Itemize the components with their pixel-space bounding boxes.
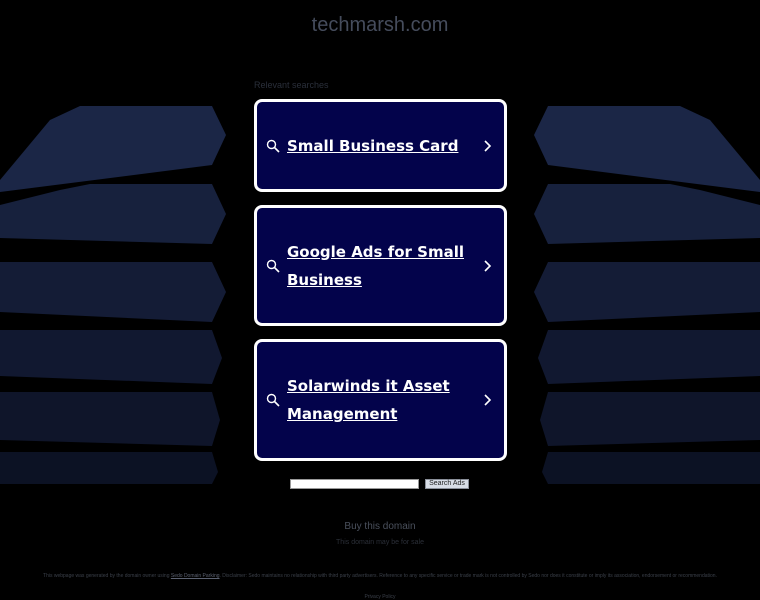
- chevron-right-icon: [484, 394, 492, 406]
- privacy-policy-link[interactable]: Privacy Policy: [0, 594, 760, 600]
- domain-title: techmarsh.com: [311, 14, 449, 36]
- disclaimer-suffix: . Disclaimer: Sedo maintains no relation…: [219, 573, 717, 579]
- disclaimer: This webpage was generated by the domain…: [40, 573, 720, 579]
- related-search-card-3[interactable]: Solarwinds it Asset Management: [254, 339, 507, 461]
- sedo-parking-link[interactable]: Sedo Domain Parking: [171, 573, 220, 579]
- chevron-right-icon: [484, 259, 492, 272]
- disclaimer-prefix: This webpage was generated by the domain…: [43, 573, 170, 579]
- sale-notice: This domain may be for sale: [336, 539, 424, 546]
- related-search-label[interactable]: Google Ads for Small Business: [287, 238, 472, 294]
- related-searches-label: Relevant searches: [254, 80, 329, 90]
- search-input[interactable]: [290, 479, 419, 489]
- search-form: Search Ads: [290, 479, 469, 489]
- chevron-right-icon: [484, 139, 492, 152]
- search-icon: [266, 393, 280, 407]
- related-search-label[interactable]: Solarwinds it Asset Management: [287, 372, 472, 428]
- related-search-card-2[interactable]: Google Ads for Small Business: [254, 205, 507, 326]
- search-ads-button[interactable]: Search Ads: [425, 479, 469, 489]
- related-search-label[interactable]: Small Business Card: [287, 132, 472, 160]
- related-search-card-1[interactable]: Small Business Card: [254, 99, 507, 192]
- search-icon: [266, 259, 280, 273]
- buy-domain-link[interactable]: Buy this domain: [0, 521, 760, 532]
- search-icon: [266, 139, 280, 153]
- parked-domain-page: techmarsh.com Relevant searches Small Bu…: [0, 0, 760, 600]
